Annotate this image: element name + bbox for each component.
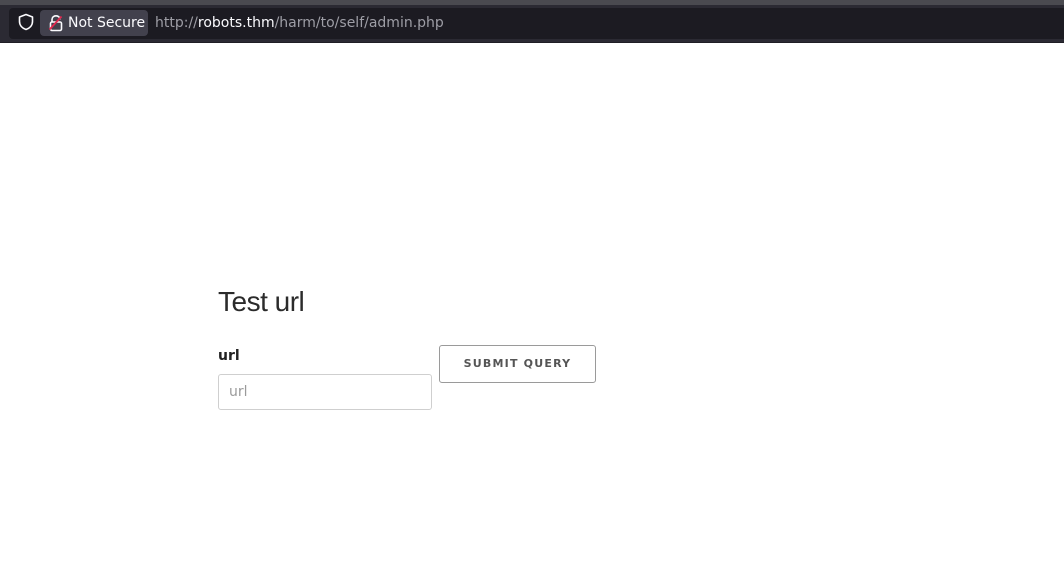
- url-text[interactable]: http://robots.thm/harm/to/self/admin.php: [155, 14, 444, 32]
- url-input[interactable]: [218, 374, 432, 410]
- shield-icon[interactable]: [17, 13, 35, 31]
- url-host: robots.thm: [197, 15, 275, 31]
- url-scheme: http://: [155, 15, 198, 31]
- submit-query-button[interactable]: SUBMIT QUERY: [439, 345, 596, 383]
- page-title: Test url: [218, 286, 305, 317]
- url-path: /harm/to/self/admin.php: [274, 15, 444, 31]
- lock-warning-icon: [48, 14, 63, 32]
- url-field-label: url: [218, 348, 240, 364]
- not-secure-badge[interactable]: Not Secure: [40, 10, 148, 36]
- security-label: Not Secure: [68, 15, 146, 31]
